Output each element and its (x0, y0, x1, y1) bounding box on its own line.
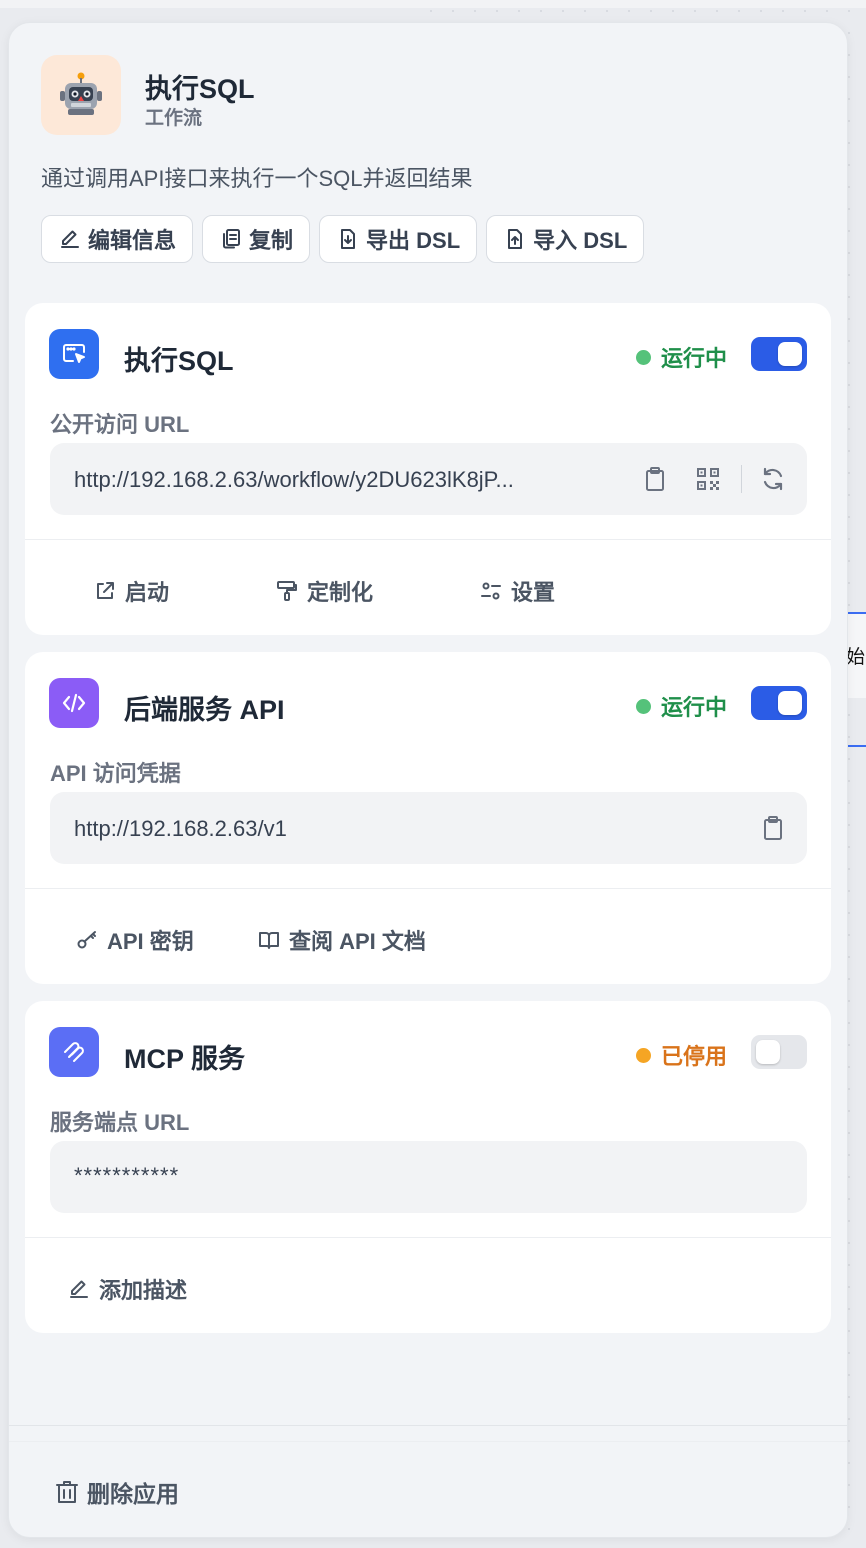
import-dsl-button[interactable]: 导入 DSL (486, 215, 645, 263)
mcp-status-text: 已停用 (660, 1044, 727, 1069)
webapp-url-box: http://192.168.2.63/workflow/y2DU623lK8j… (50, 443, 807, 515)
mcp-url-text: *********** (74, 1163, 180, 1188)
trash-icon (56, 1481, 78, 1503)
pencil-icon (61, 230, 79, 248)
external-link-icon (97, 582, 114, 599)
api-card-divider (25, 888, 831, 889)
background-node-label: 始 (846, 647, 866, 668)
app-action-row: 编辑信息 复制 导出 DSL 导入 DSL (41, 215, 645, 263)
api-url-text[interactable]: http://192.168.2.63/v1 (74, 816, 287, 842)
api-key-label: API 密钥 (107, 929, 194, 954)
clipboard-icon[interactable] (759, 814, 787, 842)
file-download-icon (341, 229, 356, 249)
toggle-knob (778, 342, 802, 366)
footer-divider (9, 1425, 847, 1426)
delete-app-button[interactable]: 删除应用 (53, 1475, 179, 1509)
copy-button[interactable]: 复制 (202, 215, 311, 263)
webapp-url-label: 公开访问 URL (50, 412, 190, 437)
webapp-toggle[interactable] (751, 337, 807, 371)
status-dot-icon (635, 698, 651, 714)
settings-label: 设置 (511, 580, 556, 605)
add-description-label: 添加描述 (99, 1278, 188, 1303)
code-icon (62, 693, 86, 713)
api-url-box: http://192.168.2.63/v1 (50, 792, 807, 864)
app-detail-panel: 执行SQL 工作流 通过调用API接口来执行一个SQL并返回结果 编辑信息 复制… (8, 22, 848, 1538)
api-status-text: 运行中 (660, 695, 727, 720)
api-status-badge: 运行中 (635, 690, 727, 722)
webapp-card-icon (49, 329, 99, 379)
mcp-title: MCP 服务 (124, 1044, 246, 1074)
window-cursor-icon (63, 344, 85, 363)
api-docs-label: 查阅 API 文档 (289, 929, 426, 954)
background-node-edge (848, 745, 866, 747)
mcp-toggle[interactable] (751, 1035, 807, 1069)
api-card: 后端服务 API 运行中 API 访问凭据 http://192.168.2.6… (25, 652, 831, 984)
refresh-icon[interactable] (759, 465, 787, 493)
paint-roller-icon (277, 581, 297, 601)
api-key-link[interactable]: API 密钥 (75, 924, 194, 956)
webapp-status-badge: 运行中 (635, 341, 727, 373)
mcp-url-label: 服务端点 URL (50, 1110, 190, 1135)
clipboard-icon[interactable] (641, 465, 669, 493)
webapp-status-text: 运行中 (660, 346, 727, 371)
export-dsl-label: 导出 DSL (366, 228, 461, 253)
webapp-url-text[interactable]: http://192.168.2.63/workflow/y2DU623lK8j… (74, 467, 514, 493)
webapp-card: 执行SQL 运行中 公开访问 URL http://192.168.2.63/w… (25, 303, 831, 635)
api-toggle[interactable] (751, 686, 807, 720)
key-icon (77, 931, 96, 949)
copy-icon (223, 229, 241, 249)
api-url-label: API 访问凭据 (50, 761, 181, 786)
launch-label: 启动 (125, 580, 170, 605)
webapp-card-divider (25, 539, 831, 540)
mcp-url-box: *********** (50, 1141, 807, 1213)
footer-divider-secondary (9, 1441, 847, 1442)
robot-icon (60, 72, 102, 115)
api-title: 后端服务 API (124, 695, 285, 725)
customize-label: 定制化 (307, 580, 374, 605)
settings-sliders-icon (481, 582, 501, 600)
edit-info-label: 编辑信息 (88, 228, 177, 253)
customize-link[interactable]: 定制化 (275, 575, 373, 607)
add-description-link[interactable]: 添加描述 (67, 1273, 187, 1305)
app-name: 执行SQL (145, 74, 255, 104)
status-dot-icon (635, 349, 651, 365)
app-type: 工作流 (145, 108, 203, 129)
export-dsl-button[interactable]: 导出 DSL (319, 215, 478, 263)
api-docs-link[interactable]: 查阅 API 文档 (257, 924, 426, 956)
mcp-card: MCP 服务 已停用 服务端点 URL *********** 添加描述 (25, 1001, 831, 1333)
app-description: 通过调用API接口来执行一个SQL并返回结果 (41, 166, 473, 191)
delete-app-label: 删除应用 (87, 1481, 179, 1507)
status-dot-icon (635, 1047, 651, 1063)
webapp-title: 执行SQL (124, 346, 234, 376)
app-avatar (41, 55, 121, 135)
url-action-divider (741, 465, 742, 493)
copy-label: 复制 (249, 228, 294, 253)
file-upload-icon (508, 229, 523, 249)
mcp-card-divider (25, 1237, 831, 1238)
mcp-card-icon (49, 1027, 99, 1077)
toggle-knob (756, 1040, 780, 1064)
edit-info-button[interactable]: 编辑信息 (41, 215, 194, 263)
import-dsl-label: 导入 DSL (533, 228, 628, 253)
launch-link[interactable]: 启动 (93, 575, 169, 607)
mcp-status-badge: 已停用 (635, 1039, 727, 1071)
mcp-link-icon (64, 1042, 84, 1062)
settings-link[interactable]: 设置 (479, 575, 555, 607)
toggle-knob (778, 691, 802, 715)
book-open-icon (259, 932, 279, 949)
pencil-icon (70, 1280, 88, 1298)
api-card-icon (49, 678, 99, 728)
qrcode-icon[interactable] (694, 465, 722, 493)
